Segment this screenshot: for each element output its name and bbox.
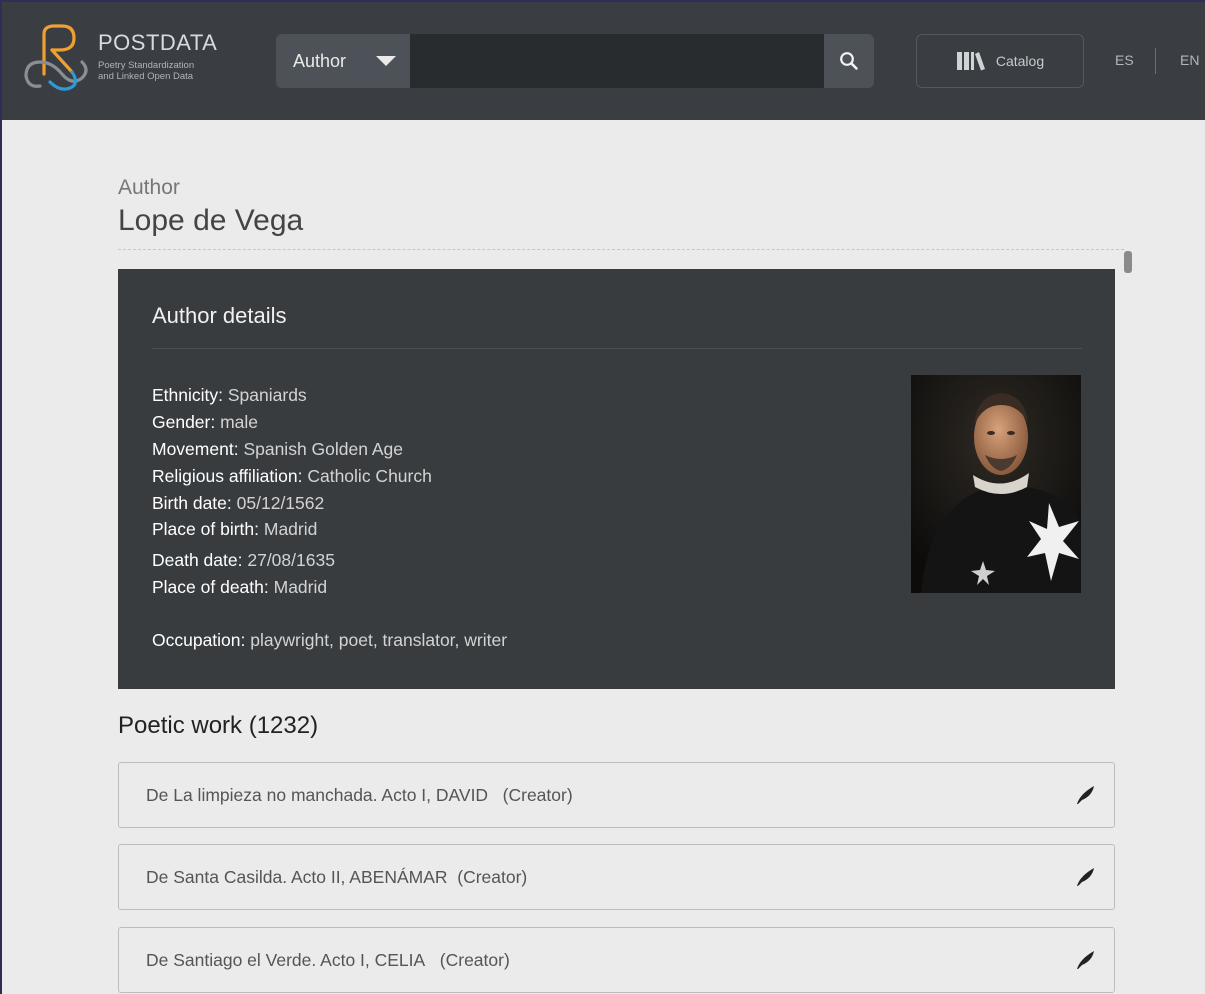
field-ethnicity: Ethnicity: Spaniards: [152, 385, 307, 406]
field-label: Ethnicity:: [152, 385, 223, 405]
author-portrait-image: [911, 375, 1081, 593]
work-list-item[interactable]: De Santiago el Verde. Acto I, CELIA (Cre…: [118, 927, 1115, 993]
field-value: Spaniards: [227, 385, 307, 405]
catalog-label: Catalog: [995, 53, 1045, 69]
field-label: Death date:: [152, 550, 243, 570]
field-label: Gender:: [152, 412, 216, 432]
poetic-work-heading: Poetic work (1232): [118, 712, 319, 739]
search-type-label: Author: [293, 50, 347, 71]
search-input[interactable]: [410, 34, 824, 88]
page-title: Lope de Vega: [118, 204, 304, 237]
library-books-icon: [956, 52, 985, 71]
field-value: 05/12/1562: [236, 493, 325, 513]
field-label: Birth date:: [152, 493, 232, 513]
field-value: Madrid: [263, 519, 318, 539]
work-title: De La limpieza no manchada. Acto I, DAVI…: [146, 784, 573, 805]
lang-en-link[interactable]: EN: [1180, 52, 1199, 68]
field-label: Place of death:: [152, 577, 269, 597]
field-birth-date: Birth date: 05/12/1562: [152, 493, 324, 514]
catalog-button[interactable]: Catalog: [916, 34, 1084, 88]
author-portrait: [911, 375, 1081, 593]
brand-subtitle: Poetry Standardization and Linked Open D…: [98, 60, 238, 82]
field-value: playwright, poet, translator, writer: [250, 630, 508, 650]
field-label: Movement:: [152, 439, 239, 459]
author-details-panel: Author details Ethnicity: Spaniards Gend…: [118, 269, 1115, 689]
lang-divider: [1155, 48, 1156, 74]
author-details-heading: Author details: [152, 303, 287, 328]
brand-subtitle-line2: and Linked Open Data: [98, 71, 194, 82]
search-bar: Author: [276, 34, 874, 88]
work-title: De Santa Casilda. Acto II, ABENÁMAR (Cre…: [146, 866, 528, 887]
search-type-dropdown[interactable]: Author: [276, 34, 410, 88]
work-title: De Santiago el Verde. Acto I, CELIA (Cre…: [146, 949, 510, 970]
field-place-of-birth: Place of birth: Madrid: [152, 519, 317, 540]
field-gender: Gender: male: [152, 412, 258, 433]
brand-name: POSTDATA: [98, 30, 218, 55]
field-religious-affiliation: Religious affiliation: Catholic Church: [152, 466, 432, 487]
caret-down-icon: [376, 56, 396, 66]
top-navbar: POSTDATA Poetry Standardization and Link…: [2, 2, 1205, 120]
lang-es-link[interactable]: ES: [1115, 52, 1134, 68]
app-window: POSTDATA Poetry Standardization and Link…: [0, 0, 1205, 994]
field-place-of-death: Place of death: Madrid: [152, 577, 327, 598]
field-value: Madrid: [273, 577, 328, 597]
title-divider: [118, 249, 1124, 250]
field-label: Occupation:: [152, 630, 246, 650]
details-divider: [152, 348, 1082, 349]
postdata-logo[interactable]: POSTDATA Poetry Standardization and Link…: [22, 22, 222, 102]
quill-icon: [1077, 951, 1094, 969]
logo-mark-icon: [24, 24, 88, 91]
quill-icon: [1077, 786, 1094, 804]
field-label: Religious affiliation:: [152, 466, 303, 486]
field-death-date: Death date: 27/08/1635: [152, 550, 335, 571]
field-value: male: [220, 412, 259, 432]
work-list-item[interactable]: De Santa Casilda. Acto II, ABENÁMAR (Cre…: [118, 844, 1115, 910]
search-icon: [840, 52, 858, 70]
field-movement: Movement: Spanish Golden Age: [152, 439, 403, 460]
brand-subtitle-line1: Poetry Standardization: [98, 60, 195, 71]
field-label: Place of birth:: [152, 519, 259, 539]
field-occupation: Occupation: playwright, poet, translator…: [152, 630, 507, 651]
scrollbar-thumb[interactable]: [1124, 251, 1132, 273]
section-label: Author: [118, 176, 180, 199]
work-list-item[interactable]: De La limpieza no manchada. Acto I, DAVI…: [118, 762, 1115, 828]
field-value: Catholic Church: [307, 466, 432, 486]
field-value: 27/08/1635: [247, 550, 335, 570]
quill-icon: [1077, 868, 1094, 886]
field-value: Spanish Golden Age: [243, 439, 404, 459]
search-button[interactable]: [824, 34, 874, 88]
